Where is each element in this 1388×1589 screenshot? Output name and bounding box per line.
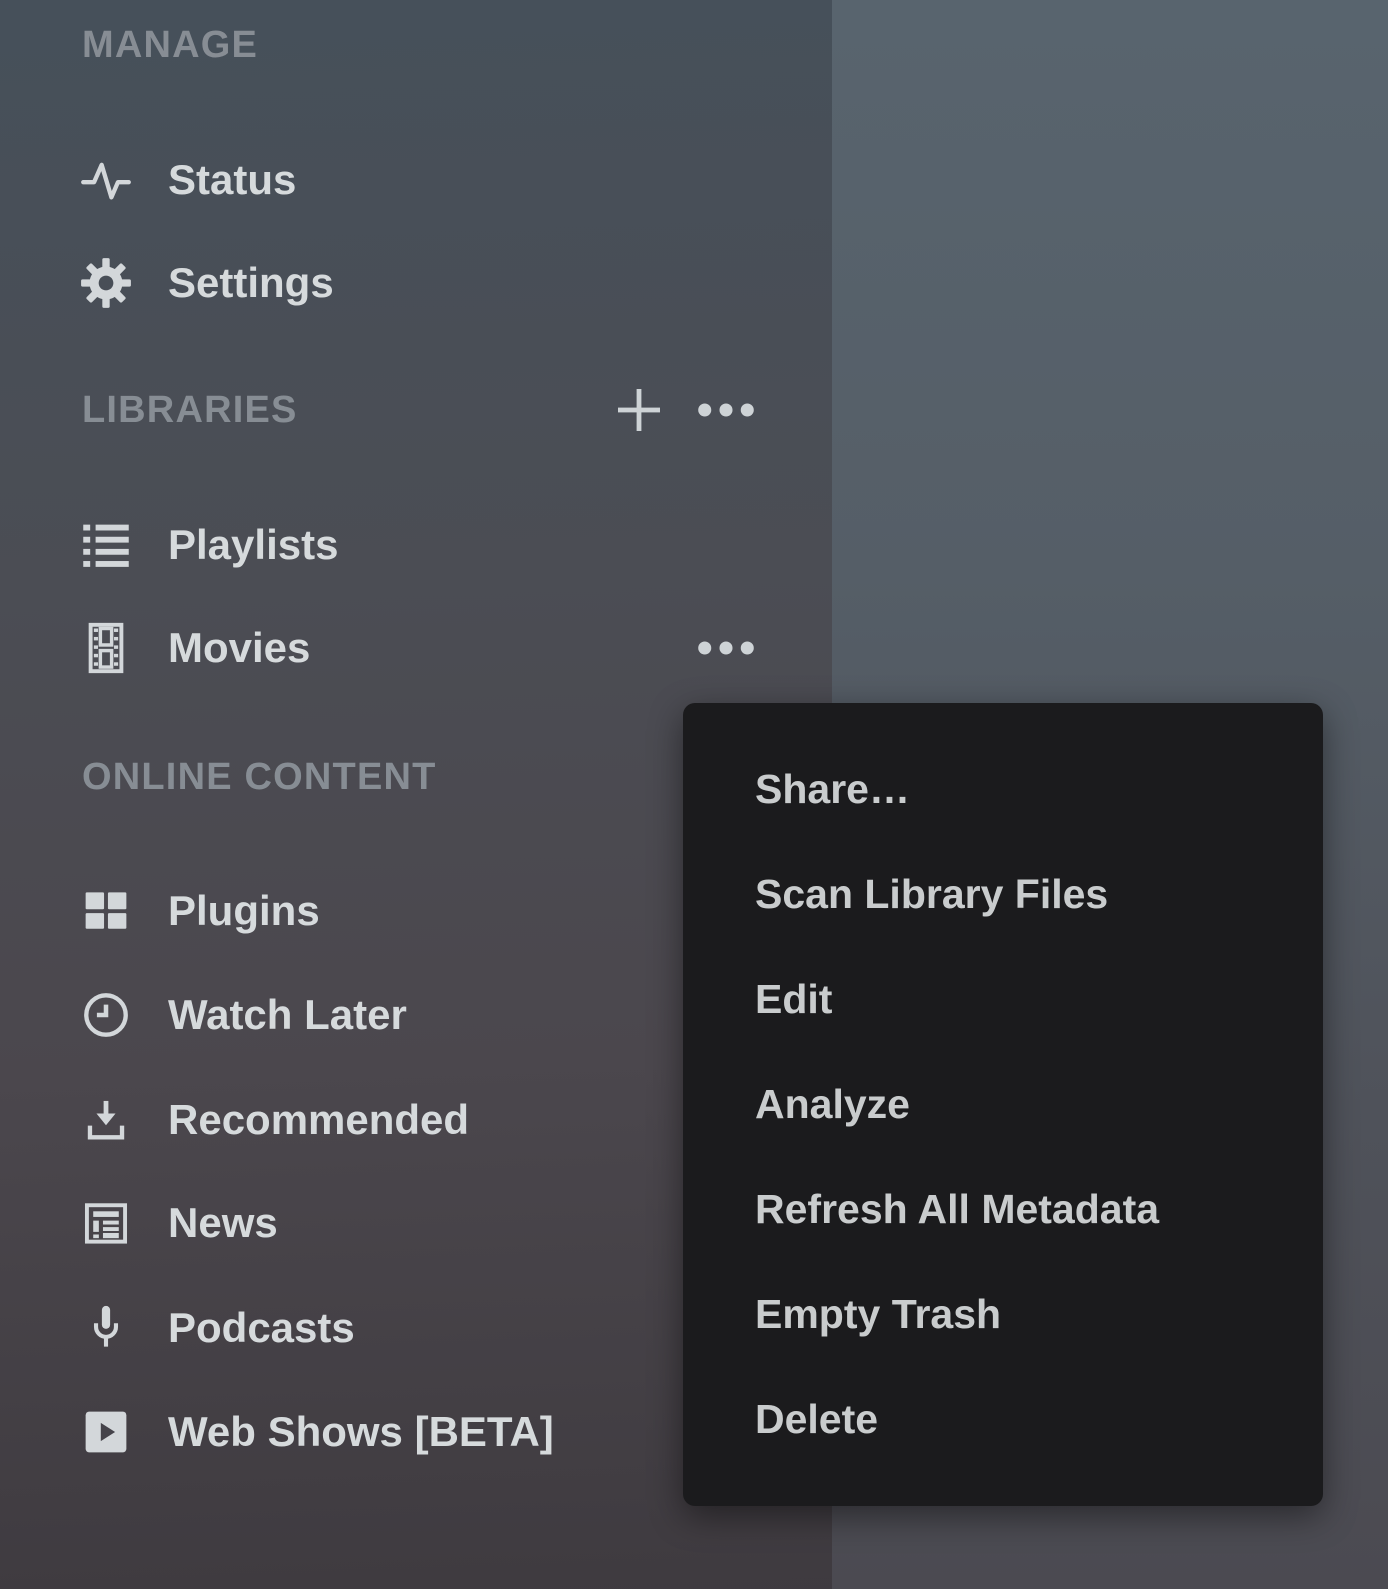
libraries-more-button[interactable] <box>694 384 758 436</box>
add-library-button[interactable] <box>611 384 667 436</box>
movies-more-button[interactable] <box>694 622 758 674</box>
sidebar-item-label: Settings <box>168 259 334 307</box>
news-icon <box>80 1197 132 1249</box>
microphone-icon <box>80 1302 132 1354</box>
sidebar-item-label: Plugins <box>168 887 320 935</box>
sidebar-item-playlists[interactable]: Playlists <box>0 492 832 598</box>
sidebar-item-label: Status <box>168 156 296 204</box>
library-context-menu: Share… Scan Library Files Edit Analyze R… <box>683 703 1323 1506</box>
gear-icon <box>80 257 132 309</box>
sidebar-item-label: Playlists <box>168 521 338 569</box>
play-square-icon <box>80 1406 132 1458</box>
sidebar-item-label: Movies <box>168 624 310 672</box>
section-header-libraries: LIBRARIES <box>82 386 298 434</box>
sidebar-item-label: Watch Later <box>168 991 407 1039</box>
menu-item-share[interactable]: Share… <box>683 737 1323 842</box>
section-header-manage: MANAGE <box>82 21 258 69</box>
menu-item-empty-trash[interactable]: Empty Trash <box>683 1262 1323 1367</box>
menu-item-refresh-all-metadata[interactable]: Refresh All Metadata <box>683 1157 1323 1262</box>
sidebar-item-label: Podcasts <box>168 1304 355 1352</box>
film-icon <box>80 622 132 674</box>
menu-item-delete[interactable]: Delete <box>683 1367 1323 1472</box>
menu-item-scan-library-files[interactable]: Scan Library Files <box>683 842 1323 947</box>
pulse-icon <box>80 154 132 206</box>
sidebar-item-label: News <box>168 1199 278 1247</box>
add-icon <box>615 386 663 434</box>
sidebar-item-status[interactable]: Status <box>0 127 832 233</box>
ellipsis-icon <box>697 397 755 423</box>
menu-item-analyze[interactable]: Analyze <box>683 1052 1323 1157</box>
plex-app-screen: MANAGE Status Set <box>0 0 1388 1589</box>
sidebar-item-settings[interactable]: Settings <box>0 230 832 336</box>
grid-icon <box>80 885 132 937</box>
sidebar-item-label: Web Shows [BETA] <box>168 1408 554 1456</box>
section-header-online-content: ONLINE CONTENT <box>82 753 437 801</box>
ellipsis-icon <box>697 635 755 661</box>
playlist-icon <box>80 519 132 571</box>
sidebar-item-label: Recommended <box>168 1096 469 1144</box>
clock-icon <box>80 989 132 1041</box>
menu-item-edit[interactable]: Edit <box>683 947 1323 1052</box>
download-icon <box>80 1094 132 1146</box>
